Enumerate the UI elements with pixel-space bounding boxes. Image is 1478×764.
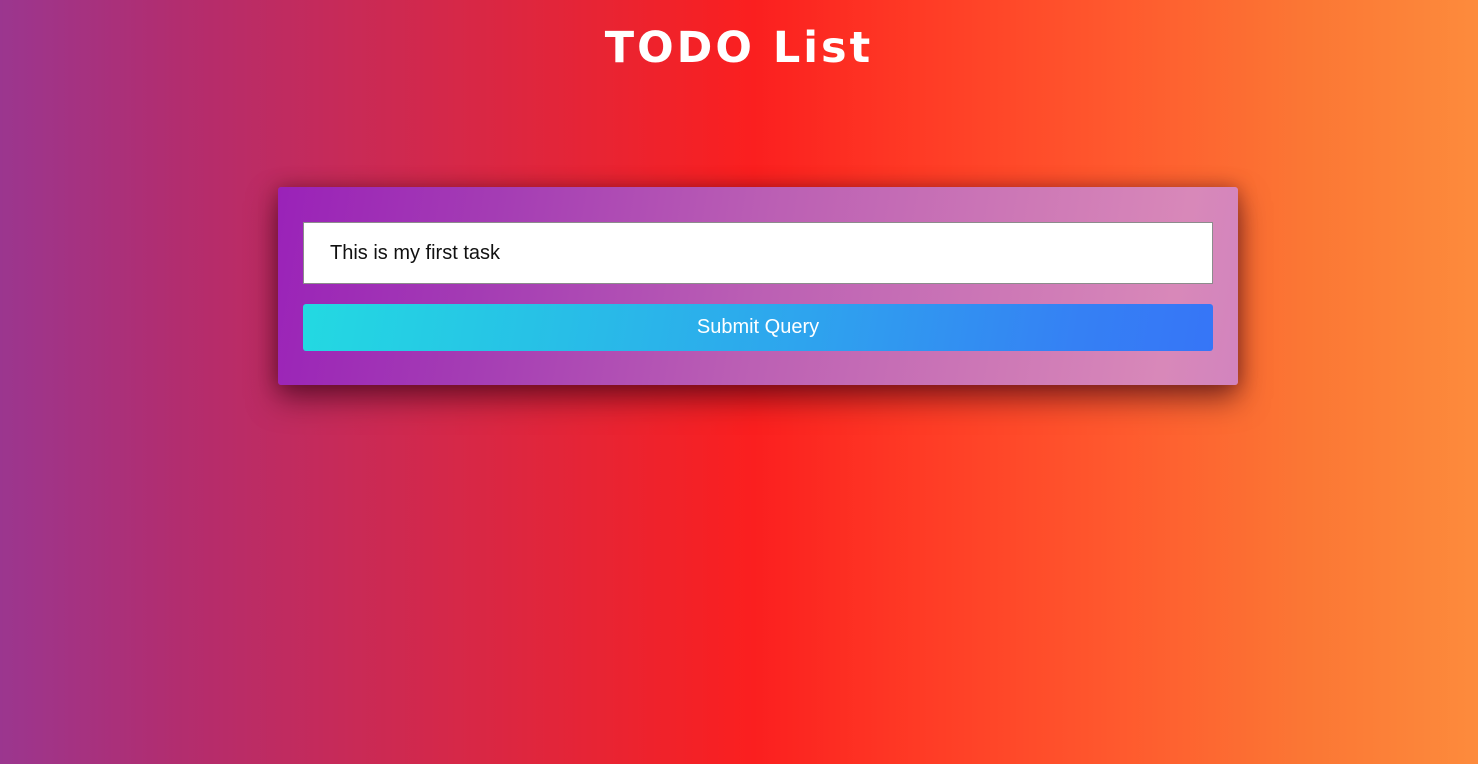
task-input[interactable]	[303, 222, 1213, 284]
page-title: TODO List	[604, 23, 874, 73]
submit-button[interactable]: Submit Query	[303, 304, 1213, 351]
todo-form-card: Submit Query	[278, 187, 1238, 385]
